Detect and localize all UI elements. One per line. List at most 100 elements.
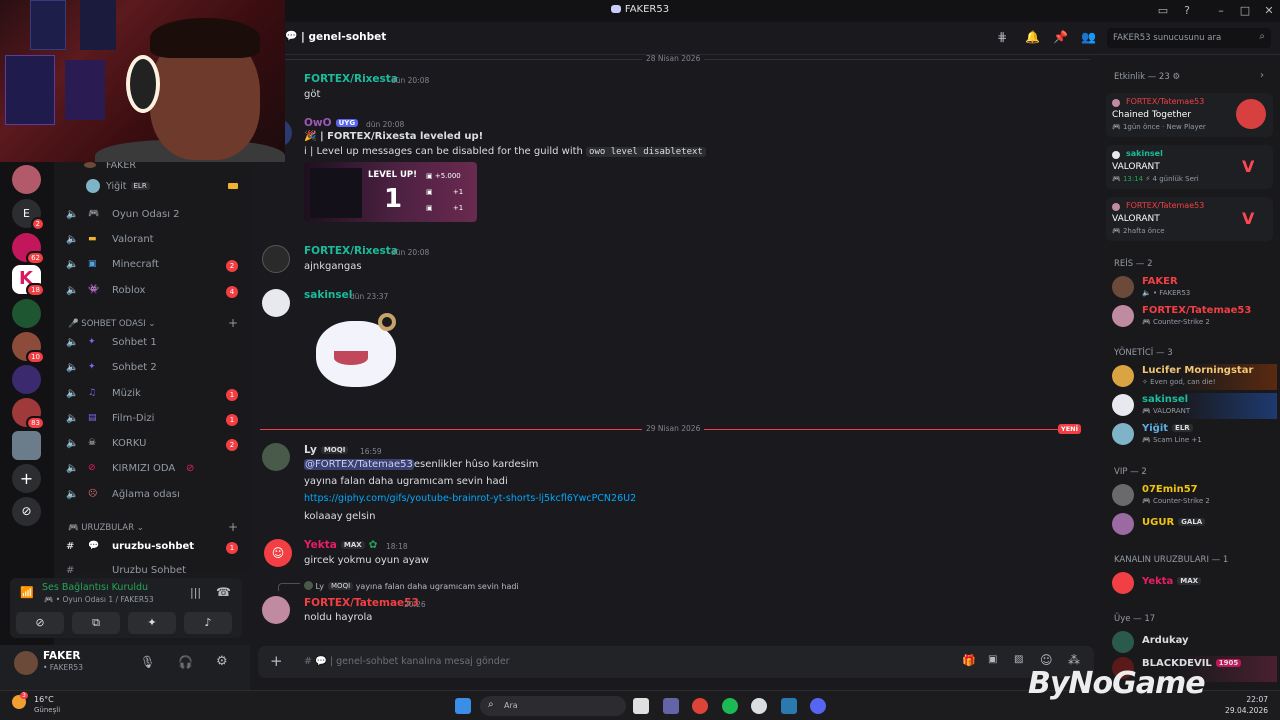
- voice-channel[interactable]: 🔈 ☠ KORKU 2: [54, 435, 250, 455]
- server-icon[interactable]: K 18: [12, 265, 45, 297]
- activity-user: FORTEX/Tatemae53: [1126, 201, 1205, 210]
- member-item[interactable]: 07Emin57 🎮 Counter-Strike 2: [1112, 483, 1277, 509]
- member-item[interactable]: FAKER 🔈 • FAKER53: [1112, 275, 1277, 301]
- voice-channel[interactable]: 🔈 👾 Roblox 4: [54, 282, 250, 302]
- screen-share-button[interactable]: ⧉: [72, 612, 120, 634]
- activity-card[interactable]: FORTEX/Tatemae53 VALORANT 🎮 2hafta önce …: [1106, 197, 1273, 241]
- member-item[interactable]: Yekta MAX: [1112, 571, 1277, 597]
- add-attachment-icon[interactable]: +: [270, 652, 283, 670]
- search-input[interactable]: FAKER53 sunucusunu ara ⌕: [1107, 28, 1271, 48]
- voice-user-name[interactable]: Yiğit ELR: [106, 181, 150, 192]
- avatar[interactable]: [14, 651, 38, 675]
- server-icon[interactable]: 10: [12, 332, 45, 364]
- sticker-icon[interactable]: ▨: [1014, 654, 1023, 665]
- member-item[interactable]: sakinsel 🎮 VALORANT: [1112, 393, 1277, 419]
- threads-icon[interactable]: ⋕: [997, 30, 1007, 44]
- app-icon[interactable]: [781, 698, 797, 714]
- minimize-button[interactable]: –: [1214, 4, 1228, 17]
- category-header[interactable]: 🎮 URUZBULAR ⌄: [68, 523, 144, 533]
- help-icon[interactable]: ?: [1180, 4, 1194, 17]
- sticker-image[interactable]: [316, 313, 400, 391]
- inbox-icon[interactable]: ▭: [1156, 4, 1170, 17]
- server-icon[interactable]: [12, 299, 41, 328]
- steam-icon[interactable]: [751, 698, 767, 714]
- chrome-icon[interactable]: [692, 698, 708, 714]
- message-author[interactable]: FORTEX/Rixesta: [304, 73, 398, 85]
- avatar[interactable]: [262, 289, 290, 317]
- voice-channel[interactable]: 🔈 ⊘ KIRMIZI ODA ⊘: [54, 460, 250, 480]
- members-icon[interactable]: 👥: [1081, 30, 1096, 44]
- add-channel-icon[interactable]: +: [228, 316, 238, 330]
- message-author[interactable]: FORTEX/Rixesta: [304, 245, 398, 257]
- apps-icon[interactable]: ⁂: [1068, 653, 1080, 667]
- settings-gear-icon[interactable]: ⚙: [216, 654, 228, 669]
- reply-preview[interactable]: Ly MOQI yayına falan daha ugramıcam sevin…: [304, 581, 519, 591]
- user-name[interactable]: FAKER: [43, 650, 81, 662]
- server-icon[interactable]: 62: [12, 233, 45, 265]
- camera-off-button[interactable]: ⊘: [16, 612, 64, 634]
- voice-user-name[interactable]: FAKER: [106, 162, 136, 171]
- activity-header[interactable]: Etkinlik — 23 ⚙: [1114, 72, 1180, 82]
- avatar[interactable]: [262, 443, 290, 471]
- message-author[interactable]: sakinsel: [304, 289, 352, 301]
- headphones-icon[interactable]: 🎧: [178, 655, 193, 669]
- disconnect-icon[interactable]: ☎: [216, 585, 231, 599]
- voice-channel[interactable]: 🔈 ▣ Minecraft 2: [54, 256, 250, 276]
- taskbar-search[interactable]: ⌕ Ara: [480, 696, 626, 716]
- member-item[interactable]: Yiğit ELR 🎮 Scam Line +1: [1112, 422, 1277, 448]
- voice-status[interactable]: Ses Bağlantısı Kuruldu: [42, 582, 148, 593]
- member-item[interactable]: UGUR GALA: [1112, 512, 1277, 538]
- noise-suppression-icon[interactable]: |||: [190, 586, 201, 599]
- voice-channel[interactable]: 🔈 ☹ Ağlama odası: [54, 486, 250, 506]
- activities-button[interactable]: ✦: [128, 612, 176, 634]
- text-channel[interactable]: # 💬 uruzbu-sohbet 1: [54, 538, 250, 558]
- gif-icon[interactable]: ▣: [988, 654, 997, 665]
- soundboard-button[interactable]: ♪: [184, 612, 232, 634]
- user-mention[interactable]: @FORTEX/Tatemae53: [304, 459, 414, 470]
- voice-channel[interactable]: 🔈 ♫ Müzik 1: [54, 385, 250, 405]
- category-header[interactable]: 🎤 SOHBET ODASI ⌄: [68, 319, 156, 329]
- voice-channel[interactable]: 🔈 ✦ Sohbet 2: [54, 359, 250, 379]
- gift-icon[interactable]: 🎁: [962, 654, 976, 667]
- member-item[interactable]: FORTEX/Tatemae53 🎮 Counter-Strike 2: [1112, 304, 1277, 330]
- message-link[interactable]: https://giphy.com/gifs/youtube-brainrot-…: [304, 493, 636, 504]
- windows-start-icon[interactable]: [455, 698, 471, 714]
- message-author[interactable]: FORTEX/Tatemae53: [304, 597, 419, 609]
- levelup-image[interactable]: LEVEL UP! 1 ▣ +5.000 ▣ +1 ▣ +1: [304, 162, 477, 222]
- message-composer[interactable]: + # 💬 | genel-sohbet kanalına mesaj gönd…: [258, 646, 1094, 678]
- avatar[interactable]: ☺: [264, 539, 292, 567]
- avatar[interactable]: [262, 245, 290, 273]
- member-item[interactable]: Ardukay: [1112, 630, 1277, 656]
- pin-icon[interactable]: 📌: [1053, 30, 1068, 44]
- teams-icon[interactable]: [663, 698, 679, 714]
- voice-channel[interactable]: 🔈 ▤ Film-Dizi 1: [54, 410, 250, 430]
- discover-icon[interactable]: ⊘: [12, 497, 41, 526]
- activity-card[interactable]: sakinsel VALORANT 🎮 13:14 ⚡ 4 günlük Ser…: [1106, 145, 1273, 189]
- discord-icon[interactable]: [810, 698, 826, 714]
- activity-card[interactable]: FORTEX/Tatemae53 Chained Together 🎮 1gün…: [1106, 93, 1273, 137]
- add-server-icon[interactable]: +: [12, 464, 41, 493]
- voice-channel[interactable]: 🔈 ▬ Valorant: [54, 231, 250, 251]
- server-icon[interactable]: E2: [12, 199, 45, 231]
- spotify-icon[interactable]: [722, 698, 738, 714]
- maximize-button[interactable]: □: [1238, 4, 1252, 17]
- close-button[interactable]: ✕: [1262, 4, 1276, 17]
- member-item[interactable]: Lucifer Morningstar ✧ Even god, can die!: [1112, 364, 1277, 390]
- message-author[interactable]: Ly MOQI: [304, 444, 349, 456]
- server-icon[interactable]: [12, 365, 41, 394]
- add-channel-icon[interactable]: +: [228, 520, 238, 534]
- emoji-icon[interactable]: ☺: [1040, 653, 1053, 667]
- server-icon[interactable]: 83: [12, 398, 45, 430]
- message-author[interactable]: OwO UYG: [304, 117, 359, 129]
- voice-channel[interactable]: 🔈 ✦ Sohbet 1: [54, 334, 250, 354]
- bell-icon[interactable]: 🔔: [1025, 30, 1040, 44]
- server-icon[interactable]: [12, 165, 41, 194]
- microphone-icon[interactable]: 🎙: [140, 655, 155, 669]
- voice-channel[interactable]: 🔈 🎮 Oyun Odası 2: [54, 206, 250, 226]
- task-view-icon[interactable]: [633, 698, 649, 714]
- chevron-right-icon[interactable]: ›: [1260, 70, 1264, 81]
- message-author[interactable]: Yekta MAX ✿: [304, 539, 377, 551]
- server-icon[interactable]: [12, 431, 41, 460]
- text-channel[interactable]: # Uruzbu Sohbet: [54, 562, 250, 574]
- avatar[interactable]: [262, 596, 290, 624]
